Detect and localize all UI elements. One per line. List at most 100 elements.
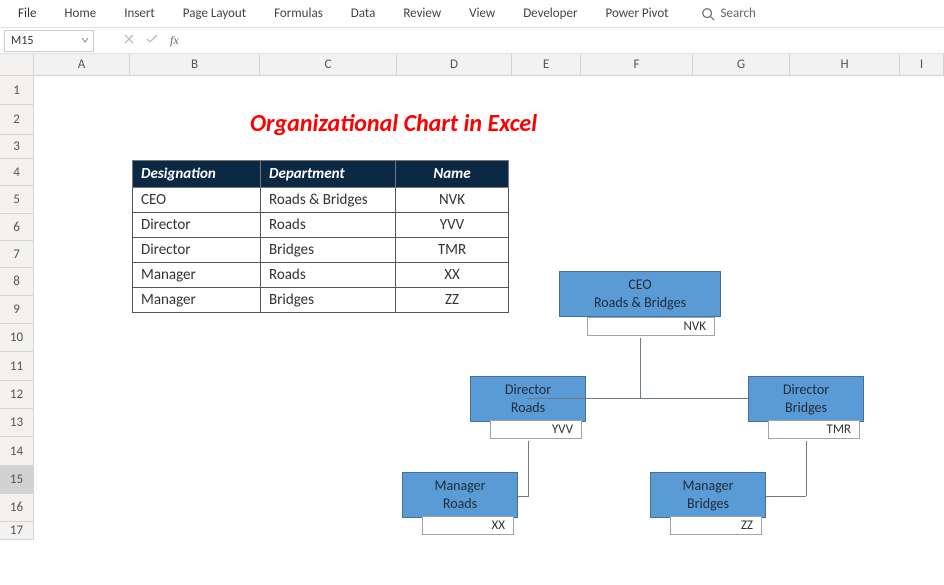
org-ceo-name: NVK xyxy=(587,317,715,336)
table-header-row: Designation Department Name xyxy=(133,161,509,188)
table-cell[interactable]: YVV xyxy=(396,213,509,238)
table-cell[interactable]: Manager xyxy=(133,263,261,288)
table-cell[interactable]: NVK xyxy=(396,188,509,213)
org-mgrR-title: Manager xyxy=(657,477,759,495)
org-node-ceo[interactable]: CEO Roads & Bridges NVK xyxy=(559,271,721,317)
row-header[interactable]: 5 xyxy=(0,186,34,214)
row-header[interactable]: 8 xyxy=(0,268,34,296)
table-cell[interactable]: ZZ xyxy=(396,288,509,313)
table-cell[interactable]: Bridges xyxy=(261,288,396,313)
formula-enter-icon[interactable] xyxy=(146,34,158,48)
column-headers: ABCDEFGHI xyxy=(34,54,944,76)
table-header-name: Name xyxy=(396,161,509,188)
formula-bar-row: M15 fx xyxy=(0,28,944,54)
column-header[interactable]: G xyxy=(693,54,790,76)
org-dirL-dept: Roads xyxy=(477,399,579,417)
column-header[interactable]: F xyxy=(581,54,693,76)
org-connector xyxy=(766,496,806,497)
table-cell[interactable]: Roads xyxy=(261,213,396,238)
org-mgrR-dept: Bridges xyxy=(657,495,759,513)
formula-cancel-icon[interactable] xyxy=(124,34,134,48)
table-header-designation: Designation xyxy=(133,161,261,188)
worksheet[interactable]: ABCDEFGHI 1234567891011121314151617 Orga… xyxy=(0,54,944,585)
column-header[interactable]: I xyxy=(900,54,944,76)
org-dirL-title: Director xyxy=(477,381,579,399)
ribbon-tab-review[interactable]: Review xyxy=(389,0,455,27)
row-header[interactable]: 10 xyxy=(0,324,34,352)
org-node-manager-bridges[interactable]: Manager Bridges ZZ xyxy=(650,472,766,518)
name-box-value: M15 xyxy=(11,34,33,48)
table-cell[interactable]: Bridges xyxy=(261,238,396,263)
org-dirL-name: YVV xyxy=(490,420,582,439)
row-header[interactable]: 9 xyxy=(0,296,34,324)
table-cell[interactable]: Director xyxy=(133,238,261,263)
org-connector xyxy=(518,496,529,497)
table-header-department: Department xyxy=(261,161,396,188)
column-header[interactable]: E xyxy=(512,54,581,76)
row-header[interactable]: 12 xyxy=(0,381,34,409)
ribbon-tab-formulas[interactable]: Formulas xyxy=(260,0,337,27)
row-header[interactable]: 14 xyxy=(0,437,34,466)
table-cell[interactable]: Roads & Bridges xyxy=(261,188,396,213)
table-cell[interactable]: XX xyxy=(396,263,509,288)
table-cell[interactable]: CEO xyxy=(133,188,261,213)
grid-canvas[interactable]: Organizational Chart in Excel Designatio… xyxy=(34,76,944,585)
org-mgrL-name: XX xyxy=(422,516,514,535)
org-connector xyxy=(806,441,807,496)
ribbon-tabs: File Home Insert Page Layout Formulas Da… xyxy=(0,0,944,28)
data-table: Designation Department Name CEORoads & B… xyxy=(132,160,509,313)
search-icon xyxy=(701,7,715,21)
row-header[interactable]: 17 xyxy=(0,522,34,540)
row-header[interactable]: 11 xyxy=(0,352,34,381)
ribbon-tab-data[interactable]: Data xyxy=(337,0,390,27)
ribbon-tab-home[interactable]: Home xyxy=(50,0,110,27)
row-header[interactable]: 2 xyxy=(0,105,34,135)
ribbon-tab-page-layout[interactable]: Page Layout xyxy=(169,0,260,27)
row-header[interactable]: 13 xyxy=(0,409,34,437)
row-header[interactable]: 3 xyxy=(0,135,34,159)
column-header[interactable]: D xyxy=(397,54,512,76)
ribbon-tab-power-pivot[interactable]: Power Pivot xyxy=(591,0,682,27)
org-mgrR-name: ZZ xyxy=(670,516,762,535)
table-cell[interactable]: Manager xyxy=(133,288,261,313)
ribbon-search-label: Search xyxy=(721,6,756,21)
page-title: Organizational Chart in Excel xyxy=(250,109,537,138)
org-mgrL-dept: Roads xyxy=(409,495,511,513)
row-headers: 1234567891011121314151617 xyxy=(0,76,34,540)
chevron-down-icon[interactable] xyxy=(81,34,89,48)
ribbon-tab-insert[interactable]: Insert xyxy=(110,0,169,27)
table-row: DirectorBridgesTMR xyxy=(133,238,509,263)
column-header[interactable]: C xyxy=(260,54,397,76)
table-row: ManagerBridgesZZ xyxy=(133,288,509,313)
org-node-director-bridges[interactable]: Director Bridges TMR xyxy=(748,376,864,422)
table-row: ManagerRoadsXX xyxy=(133,263,509,288)
row-header[interactable]: 7 xyxy=(0,241,34,268)
table-row: CEORoads & BridgesNVK xyxy=(133,188,509,213)
row-header[interactable]: 16 xyxy=(0,494,34,522)
row-header[interactable]: 6 xyxy=(0,214,34,241)
column-header[interactable]: B xyxy=(130,54,260,76)
ribbon-search[interactable]: Search xyxy=(701,6,756,21)
row-header[interactable]: 1 xyxy=(0,76,34,105)
fx-label[interactable]: fx xyxy=(170,33,179,48)
name-box[interactable]: M15 xyxy=(4,30,94,52)
ribbon-tab-developer[interactable]: Developer xyxy=(509,0,591,27)
table-cell[interactable]: Roads xyxy=(261,263,396,288)
org-node-director-roads[interactable]: Director Roads YVV xyxy=(470,376,586,422)
org-node-manager-roads[interactable]: Manager Roads XX xyxy=(402,472,518,518)
org-ceo-dept: Roads & Bridges xyxy=(566,294,714,312)
row-header[interactable]: 15 xyxy=(0,466,34,494)
org-dirR-title: Director xyxy=(755,381,857,399)
select-all-triangle[interactable] xyxy=(0,54,34,76)
org-ceo-title: CEO xyxy=(566,276,714,294)
row-header[interactable]: 4 xyxy=(0,159,34,186)
column-header[interactable]: A xyxy=(34,54,130,76)
table-cell[interactable]: TMR xyxy=(396,238,509,263)
ribbon-tab-view[interactable]: View xyxy=(455,0,509,27)
org-dirR-name: TMR xyxy=(768,420,860,439)
table-row: DirectorRoadsYVV xyxy=(133,213,509,238)
org-connector xyxy=(528,398,748,399)
column-header[interactable]: H xyxy=(790,54,900,76)
ribbon-tab-file[interactable]: File xyxy=(4,0,50,27)
table-cell[interactable]: Director xyxy=(133,213,261,238)
